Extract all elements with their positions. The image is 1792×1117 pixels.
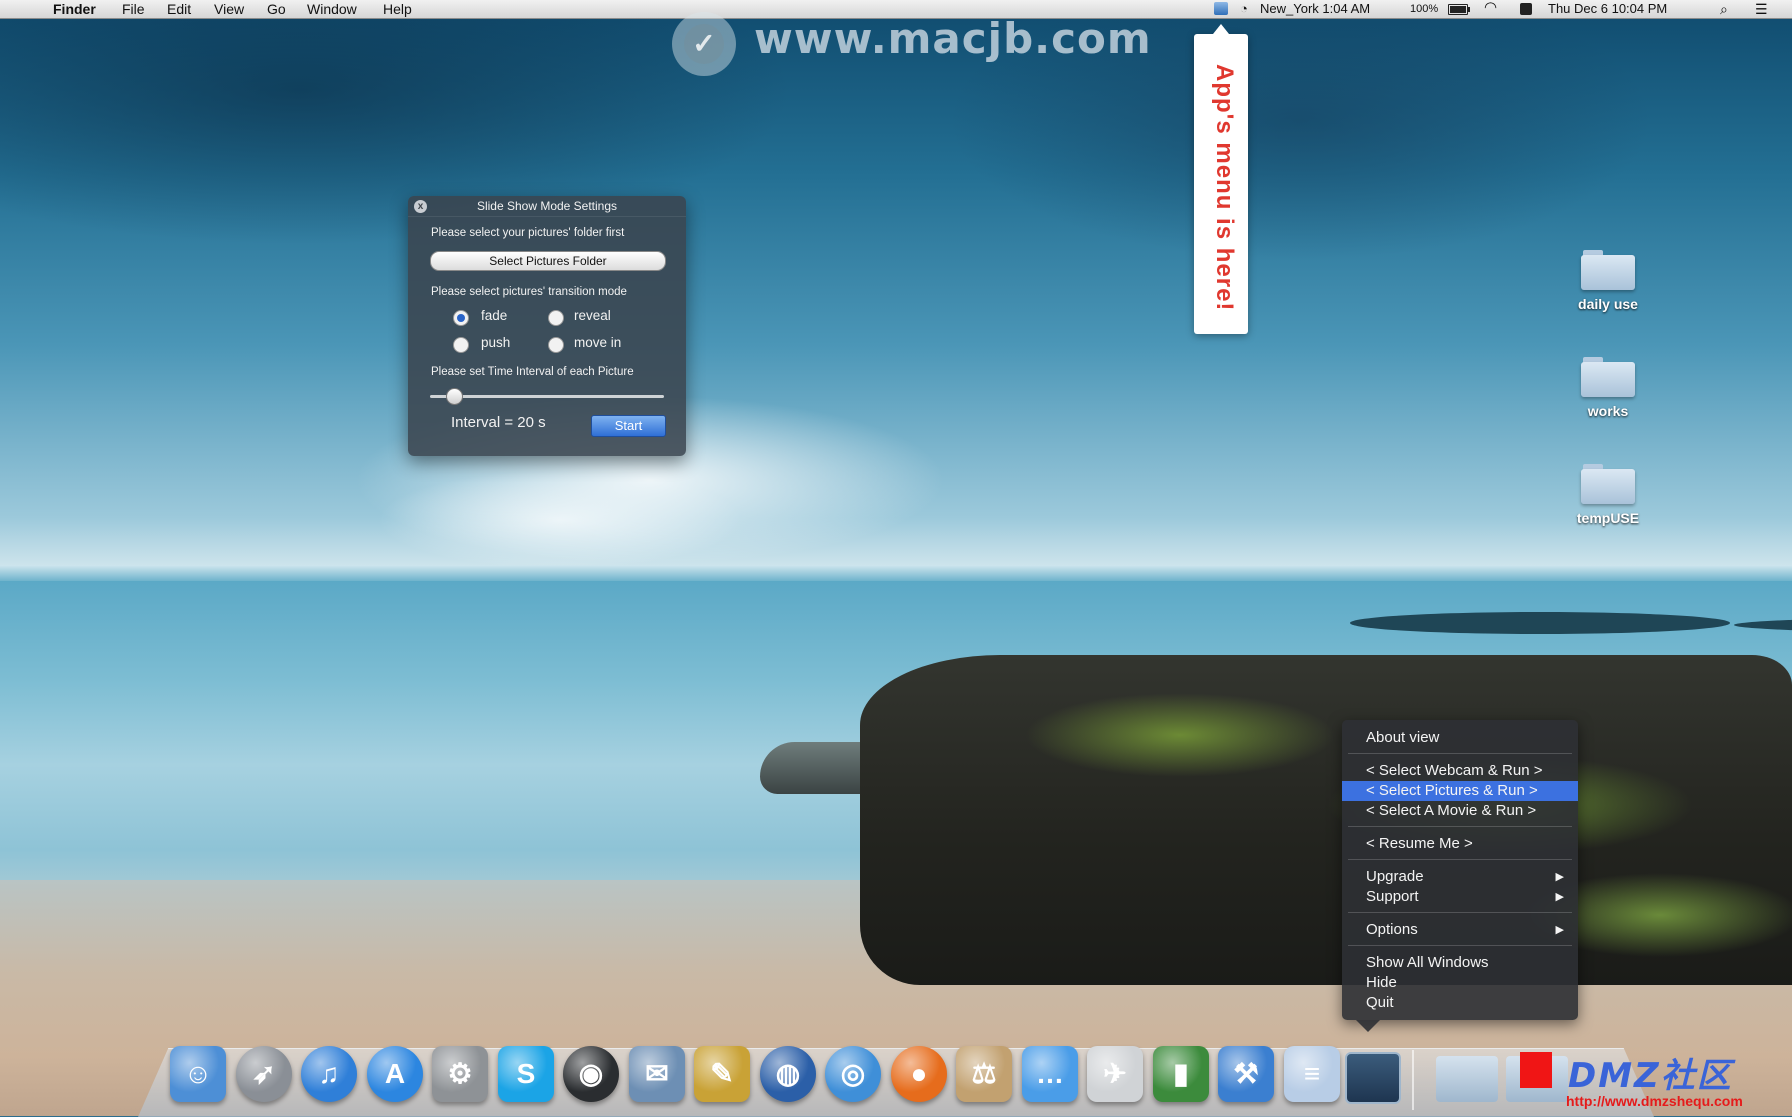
wallpaper-rock-formation: [860, 655, 1792, 985]
interval-prompt-label: Please set Time Interval of each Picture: [431, 366, 634, 378]
folder-label: tempUSE: [1576, 510, 1640, 526]
window-title: Slide Show Mode Settings: [476, 199, 618, 213]
menu-item-hide[interactable]: Hide: [1342, 973, 1578, 993]
dashboard-icon[interactable]: ◉: [563, 1046, 619, 1102]
folder-icon: [1581, 250, 1635, 290]
folder-icon: [1581, 464, 1635, 504]
firefox-icon[interactable]: ●: [891, 1046, 947, 1102]
slide-show-settings-window: x Slide Show Mode Settings Please select…: [408, 196, 686, 456]
time-machine-icon[interactable]: [1520, 3, 1532, 15]
menu-help[interactable]: Help: [383, 0, 412, 18]
menu-edit[interactable]: Edit: [167, 0, 191, 18]
window-titlebar[interactable]: x Slide Show Mode Settings: [408, 196, 686, 217]
submenu-arrow-icon: ▶: [1555, 924, 1564, 936]
menu-item-resume[interactable]: < Resume Me >: [1342, 834, 1578, 854]
menu-item-about-view[interactable]: About view: [1342, 728, 1578, 748]
itunes-icon[interactable]: ♫: [301, 1046, 357, 1102]
interval-value-text: Interval = 20 s: [451, 414, 546, 431]
wallpaper-sky: [0, 0, 1792, 575]
menu-file[interactable]: File: [122, 0, 145, 18]
submenu-arrow-icon: ▶: [1555, 891, 1564, 903]
preview-icon[interactable]: ✉: [629, 1046, 685, 1102]
folder-icon: [1581, 357, 1635, 397]
menu-item-select-movie[interactable]: < Select A Movie & Run >: [1342, 801, 1578, 821]
radio-move-in[interactable]: [548, 337, 564, 353]
transition-prompt-label: Please select pictures' transition mode: [431, 286, 627, 298]
wallpaper-horizon: [0, 565, 1792, 581]
menu-item-select-webcam[interactable]: < Select Webcam & Run >: [1342, 761, 1578, 781]
paint-icon[interactable]: ✎: [694, 1046, 750, 1102]
notification-list-icon[interactable]: ☰: [1755, 0, 1768, 18]
callout-text: App's menu is here!: [1211, 64, 1238, 312]
dmz-watermark-text: DMZ社区: [1568, 1056, 1733, 1096]
world-clock-icon[interactable]: ◔: [1240, 0, 1248, 18]
radio-move-in-label: move in: [574, 335, 622, 350]
radio-push-label: push: [481, 335, 511, 350]
menu-separator: [1348, 912, 1572, 913]
app-menu-callout: App's menu is here!: [1194, 24, 1248, 334]
battery-percent[interactable]: 100%: [1410, 0, 1438, 18]
radio-reveal[interactable]: [548, 310, 564, 326]
textedit-rocket-icon[interactable]: ✈: [1087, 1046, 1143, 1102]
watermark-logo: ✓: [672, 12, 736, 76]
menu-item-upgrade[interactable]: Upgrade ▶: [1342, 867, 1578, 887]
app-store-icon[interactable]: A: [367, 1046, 423, 1102]
folder-prompt-label: Please select your pictures' folder firs…: [431, 227, 625, 239]
radio-fade[interactable]: [453, 310, 469, 326]
menu-view[interactable]: View: [214, 0, 244, 18]
text-document-icon[interactable]: ≡: [1284, 1046, 1340, 1102]
select-pictures-folder-button[interactable]: Select Pictures Folder: [430, 251, 666, 271]
messages-icon[interactable]: …: [1022, 1046, 1078, 1102]
finder-icon[interactable]: ☺: [170, 1046, 226, 1102]
world-clock[interactable]: New_York 1:04 AM: [1260, 0, 1370, 18]
view-app-dock-icon[interactable]: [1345, 1052, 1401, 1104]
watermark-check-icon: ✓: [684, 24, 724, 64]
menu-finder[interactable]: Finder: [53, 0, 96, 18]
submenu-arrow-icon: ▶: [1555, 871, 1564, 883]
app-context-menu: About view < Select Webcam & Run > < Sel…: [1342, 720, 1578, 1032]
dmz-watermark-url: http://www.dmzshequ.com: [1566, 1093, 1743, 1109]
folder-label: works: [1587, 403, 1629, 419]
launchpad-icon[interactable]: ➶: [236, 1046, 292, 1102]
desktop-folder-works[interactable]: works: [1560, 357, 1656, 419]
watermark-site-text: www.macjb.com: [754, 14, 1152, 63]
menu-item-support[interactable]: Support ▶: [1342, 887, 1578, 907]
wallpaper-distant-rocks: [1350, 612, 1730, 634]
dock-divider: [1412, 1050, 1414, 1110]
menu-window[interactable]: Window: [307, 0, 357, 18]
skype-icon[interactable]: S: [498, 1046, 554, 1102]
radio-push[interactable]: [453, 337, 469, 353]
archive-utility-icon[interactable]: ⚖: [956, 1046, 1012, 1102]
menu-item-quit[interactable]: Quit: [1342, 993, 1578, 1013]
menubar-clock[interactable]: Thu Dec 6 10:04 PM: [1548, 0, 1667, 18]
menu-separator: [1348, 859, 1572, 860]
interval-slider-track[interactable]: [430, 395, 664, 398]
menu-item-options[interactable]: Options ▶: [1342, 920, 1578, 940]
interval-slider-knob[interactable]: [446, 388, 463, 405]
battery-icon[interactable]: [1448, 4, 1470, 15]
xcode-icon[interactable]: ⚒: [1218, 1046, 1274, 1102]
radio-reveal-label: reveal: [574, 308, 611, 323]
spotlight-search-icon[interactable]: ⌕: [1720, 0, 1728, 18]
menu-go[interactable]: Go: [267, 0, 286, 18]
start-button[interactable]: Start: [591, 415, 666, 437]
wifi-icon[interactable]: ◠: [1484, 0, 1497, 17]
menu-item-show-all-windows[interactable]: Show All Windows: [1342, 953, 1578, 973]
desktop-folder-tempuse[interactable]: tempUSE: [1560, 464, 1656, 526]
menu-separator: [1348, 945, 1572, 946]
desktop-folder-daily-use[interactable]: daily use: [1560, 250, 1656, 312]
folder-label: daily use: [1578, 296, 1638, 312]
view-app-status-icon[interactable]: [1214, 2, 1228, 15]
system-preferences-icon[interactable]: ⚙: [432, 1046, 488, 1102]
dmz-logo-block: [1520, 1052, 1552, 1088]
menu-separator: [1348, 753, 1572, 754]
applications-stack-icon[interactable]: [1436, 1056, 1498, 1102]
google-earth-icon[interactable]: ◍: [760, 1046, 816, 1102]
activity-monitor-icon[interactable]: ▮: [1153, 1046, 1209, 1102]
safari-icon[interactable]: ◎: [825, 1046, 881, 1102]
menu-separator: [1348, 826, 1572, 827]
menu-item-select-pictures[interactable]: < Select Pictures & Run >: [1342, 781, 1578, 801]
radio-fade-label: fade: [481, 308, 508, 323]
